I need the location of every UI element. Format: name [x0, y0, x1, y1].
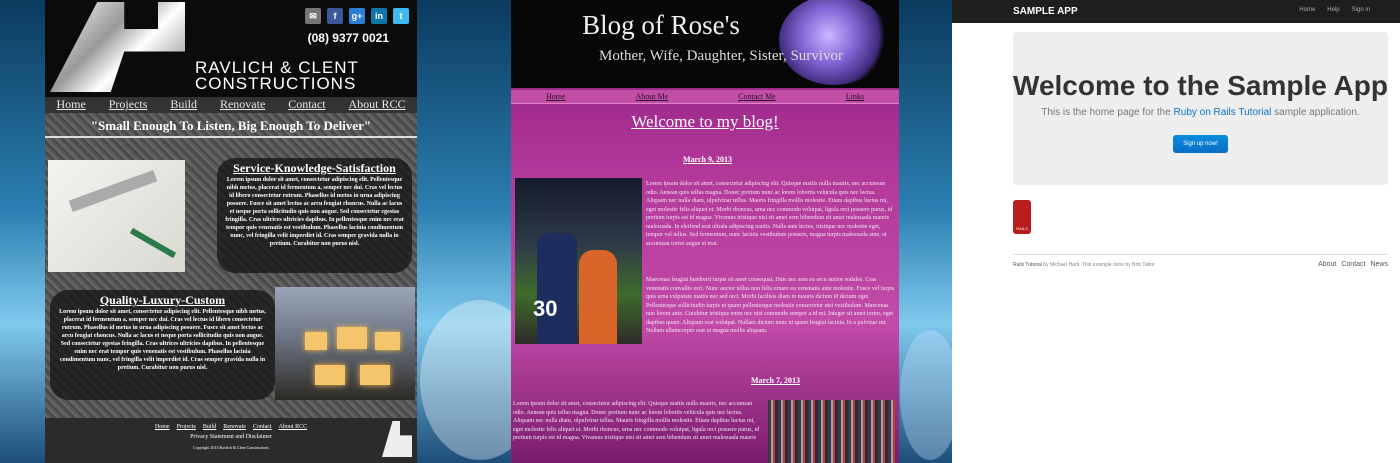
service-title: Service-Knowledge-Satisfaction: [233, 161, 396, 175]
twitter-icon[interactable]: t: [393, 8, 409, 24]
footer-link[interactable]: About RCC: [279, 424, 308, 430]
post-text: Lorem ipsum dolor sit amet, consectetur …: [513, 401, 760, 441]
nav-home[interactable]: Home: [1299, 7, 1315, 13]
post-photo: 30: [515, 178, 642, 344]
quality-text: Lorem ipsum dolor sit amet, consectetur …: [59, 309, 266, 371]
background-glow: [900, 330, 960, 460]
nav-links[interactable]: Links: [846, 90, 864, 103]
phone-number: (08) 9377 0021: [307, 31, 389, 45]
app-navbar: SAMPLE APP Home Help Sign in: [952, 0, 1400, 23]
footer-link[interactable]: Renovate: [223, 424, 246, 430]
tagline: "Small Enough To Listen, Big Enough To D…: [45, 118, 417, 138]
house-image: [275, 287, 415, 400]
post-date: March 9, 2013: [683, 155, 732, 164]
house-window: [315, 365, 345, 385]
collage-canvas: ✉ f g+ in t (08) 9377 0021 RAVLICH & CLE…: [0, 0, 1400, 463]
rails-logo[interactable]: RAILS: [1013, 200, 1031, 234]
hero-text-before: This is the home page for the: [1041, 107, 1174, 118]
blueprint-image: [48, 160, 185, 272]
footer-nav: About Contact News: [1318, 261, 1388, 268]
house-window: [375, 332, 400, 350]
footer-credit: Rails Tutorial by Michael Hartl. This ex…: [1013, 262, 1155, 268]
blog-title: Blog of Rose's: [582, 10, 740, 40]
service-panel: Service-Knowledge-Satisfaction Lorem ips…: [217, 158, 412, 273]
site-footer: Home Projects Build Renovate Contact Abo…: [45, 418, 417, 463]
footer-link[interactable]: Projects: [177, 424, 196, 430]
linkedin-icon[interactable]: in: [371, 8, 387, 24]
nav-projects[interactable]: Projects: [109, 97, 148, 113]
quality-panel: Quality-Luxury-Custom Lorem ipsum dolor …: [50, 290, 275, 400]
blog-header: Blog of Rose's Mother, Wife, Daughter, S…: [511, 0, 899, 88]
caliper-shape: [68, 169, 158, 213]
facebook-icon[interactable]: f: [327, 8, 343, 24]
post-text: Maecenas feugiat hendrerit turpis sit am…: [646, 277, 895, 334]
sample-app-screenshot: SAMPLE APP Home Help Sign in Welcome to …: [952, 0, 1400, 463]
hero-text-after: sample application.: [1271, 107, 1360, 118]
nav-contact[interactable]: Contact: [288, 97, 325, 113]
nav-about-me[interactable]: About Me: [636, 90, 669, 103]
footer-link[interactable]: Build: [203, 424, 216, 430]
footer-about[interactable]: About: [1318, 261, 1336, 268]
app-logo[interactable]: SAMPLE APP: [1013, 6, 1078, 17]
footer-link[interactable]: Contact: [253, 424, 272, 430]
crowd-photo: [768, 400, 895, 463]
service-text: Lorem ipsum dolor sit amet, consectetur …: [225, 177, 404, 247]
blog-subtitle: Mother, Wife, Daughter, Sister, Survivor: [599, 48, 843, 64]
nav-renovate[interactable]: Renovate: [220, 97, 265, 113]
rails-tutorial-link[interactable]: Ruby on Rails Tutorial: [1174, 107, 1272, 118]
email-icon[interactable]: ✉: [305, 8, 321, 24]
hero-title: Welcome to the Sample App: [1013, 70, 1388, 101]
social-links: ✉ f g+ in t: [305, 8, 409, 24]
post-date: March 7, 2013: [751, 376, 800, 385]
footer-links: Home Projects Build Renovate Contact Abo…: [45, 418, 417, 430]
nav-contact-me[interactable]: Contact Me: [738, 90, 776, 103]
house-window: [337, 327, 367, 349]
nav-about[interactable]: About RCC: [348, 97, 405, 113]
post-text: Lorem ipsum dolor sit amet, consectetur …: [646, 181, 893, 247]
brand-name: RAVLICH & CLENT CONSTRUCTIONS: [195, 59, 359, 93]
construction-site-screenshot: ✉ f g+ in t (08) 9377 0021 RAVLICH & CLE…: [45, 0, 417, 463]
nav-home[interactable]: Home: [56, 97, 85, 113]
footer-contact[interactable]: Contact: [1341, 261, 1365, 268]
copyright: Copyright 2013 Ravlich & Clent Construct…: [193, 445, 269, 450]
hero-text: This is the home page for the Ruby on Ra…: [1013, 107, 1388, 118]
blog-site-screenshot: Blog of Rose's Mother, Wife, Daughter, S…: [511, 0, 899, 463]
footer-link[interactable]: Home: [155, 424, 170, 430]
person-figure: [579, 250, 617, 344]
jersey-number: 30: [533, 296, 558, 321]
quality-title: Quality-Luxury-Custom: [99, 293, 226, 307]
app-topnav: Home Help Sign in: [1299, 7, 1370, 13]
nav-home[interactable]: Home: [546, 90, 566, 103]
house-window: [360, 365, 390, 385]
footer-credit-text: by Michael Hartl. This example done by B…: [1041, 262, 1155, 268]
privacy-link[interactable]: Privacy Statement and Disclaimer: [45, 434, 417, 440]
main-nav: Home Projects Build Renovate Contact Abo…: [45, 97, 417, 113]
hero-unit: Welcome to the Sample App This is the ho…: [1013, 32, 1388, 185]
nav-build[interactable]: Build: [170, 97, 197, 113]
person-figure: [537, 233, 577, 344]
nav-help[interactable]: Help: [1327, 7, 1339, 13]
brand-line-2: CONSTRUCTIONS: [195, 74, 357, 93]
signup-button[interactable]: Sign up now!: [1173, 135, 1228, 153]
pen-shape: [129, 227, 177, 259]
nav-sign-in[interactable]: Sign in: [1352, 7, 1370, 13]
blog-nav: Home About Me Contact Me Links: [511, 90, 899, 104]
rcc-logo[interactable]: [50, 2, 185, 92]
rails-tutorial-footer-link[interactable]: Rails Tutorial: [1013, 262, 1042, 268]
footer-news[interactable]: News: [1370, 261, 1388, 268]
welcome-heading: Welcome to my blog!: [631, 112, 779, 131]
site-header: ✉ f g+ in t (08) 9377 0021 RAVLICH & CLE…: [45, 0, 417, 97]
house-window: [305, 332, 327, 350]
footer-divider: [1013, 254, 1388, 255]
googleplus-icon[interactable]: g+: [349, 8, 365, 24]
